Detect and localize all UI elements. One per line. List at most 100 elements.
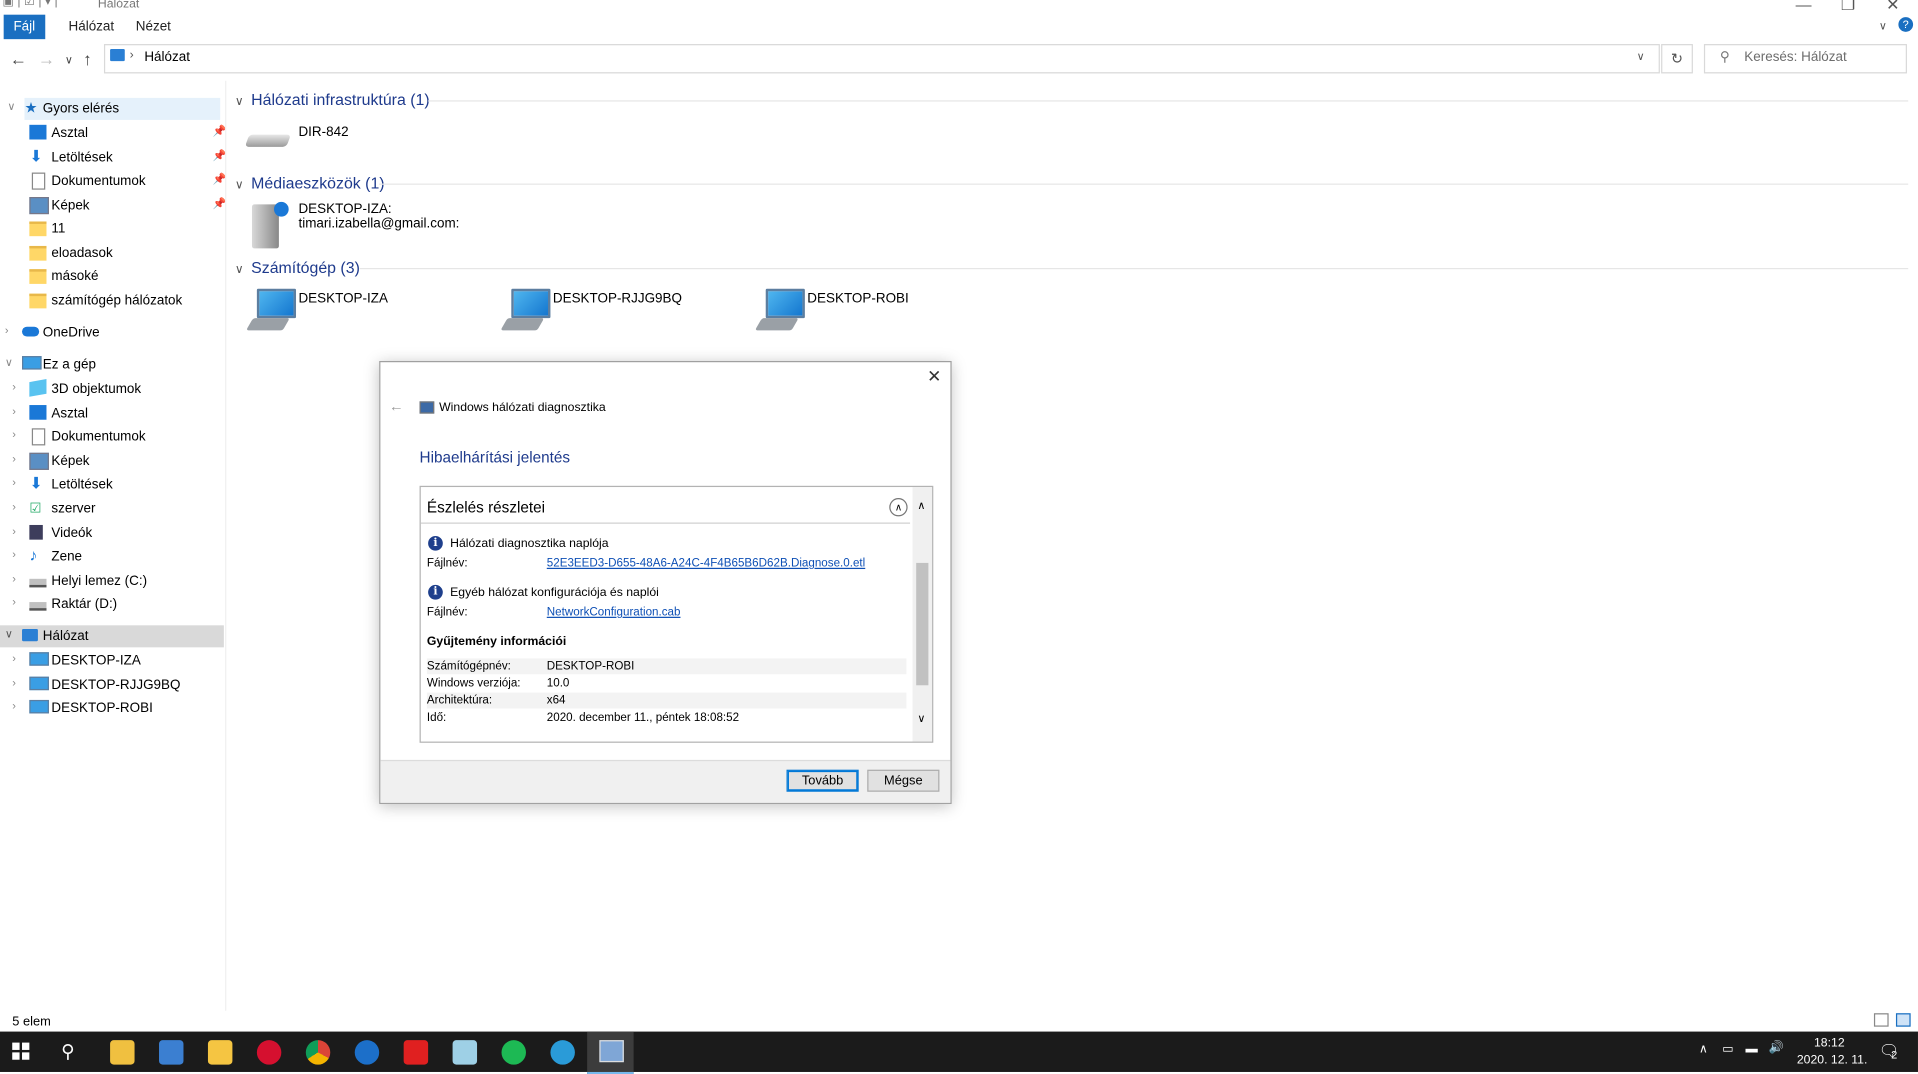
dialog-close-icon[interactable]: ✕ [927,366,941,387]
group-divider [359,267,1909,270]
clock-time[interactable]: 18:12 [1814,1036,1845,1049]
app-ilias-icon[interactable] [110,1040,135,1065]
sidebar-item-pc-pictures[interactable]: › Képek [12,450,220,472]
back-icon[interactable]: ← [10,49,27,69]
sidebar-onedrive[interactable]: › OneDrive [5,322,220,344]
tab-view[interactable]: Nézet [126,18,181,35]
sidebar-item-downloads[interactable]: ⬇ Letöltések 📌 [29,146,226,169]
tray-chevron-icon[interactable]: ∧ [1699,1043,1708,1056]
sidebar-item-folder-11[interactable]: 11 [29,218,220,240]
device-media-server[interactable]: DESKTOP-IZA: timari.izabella@gmail.com: [245,199,490,250]
folder-icon [29,293,47,309]
sidebar-item-3d-objects[interactable]: › 3D objektumok [12,378,220,400]
help-icon[interactable]: ? [1898,17,1914,32]
detection-details-panel: Észlelés részletei ∧ ∧ ∨ i Hálózati diag… [419,485,934,743]
sidebar-item-desktop-rjjg9bq[interactable]: › DESKTOP-RJJG9BQ [12,674,220,696]
edge-icon[interactable] [550,1040,575,1065]
sidebar-item-documents[interactable]: Dokumentumok 📌 [29,170,227,192]
app-c-icon[interactable] [354,1040,380,1065]
scroll-thumb[interactable] [916,562,929,686]
computer-desktop-rjjg9bq[interactable]: DESKTOP-RJJG9BQ [499,286,731,335]
desktop-icon [29,405,47,420]
scrollbar[interactable]: ∧ ∨ [912,487,933,742]
computer-desktop-robi[interactable]: DESKTOP-ROBI [753,286,985,335]
computer-icon [256,288,297,319]
sidebar-item-music[interactable]: › ♪ Zene [12,546,220,568]
up-icon[interactable]: ↑ [83,49,92,69]
tab-network[interactable]: Hálózat [59,18,124,35]
recent-locations-icon[interactable]: ∨ [65,54,73,67]
close-icon[interactable]: ✕ [1886,0,1899,15]
sidebar-network[interactable]: ∨ Hálózat [0,625,224,648]
drive-icon [29,578,47,588]
device-label: DESKTOP-ROBI [807,291,909,306]
battery-icon[interactable]: ▬ [1746,1043,1758,1056]
address-bar[interactable]: › Hálózat ∨ [103,44,1660,74]
network-config-link[interactable]: NetworkConfiguration.cab [547,606,681,619]
cancel-button[interactable]: Mégse [867,769,940,792]
sidebar-item-pc-downloads[interactable]: › ⬇ Letöltések [12,474,220,496]
chevron-right-icon: › [12,595,16,609]
maximize-icon[interactable]: ❐ [1841,0,1855,15]
sidebar-label: Hálózat [42,628,89,644]
sidebar-item-szamitogep-halozatok[interactable]: számítógép hálózatok [29,290,220,312]
acrobat-icon[interactable] [403,1040,429,1065]
diagnose-log-link[interactable]: 52E3EED3-D655-48A6-A24C-4F4B65B6D62B.Dia… [547,557,865,570]
taskbar-active-diagnostics[interactable] [587,1031,634,1074]
computer-desktop-iza[interactable]: DESKTOP-IZA [245,286,477,335]
sidebar-item-masoke[interactable]: másoké [29,266,220,288]
file-explorer-icon[interactable] [207,1040,233,1065]
sidebar-item-pictures[interactable]: Képek 📌 [29,195,227,217]
network-tray-icon[interactable]: ▭ [1722,1043,1734,1056]
clock-date[interactable]: 2020. 12. 11. [1797,1054,1868,1067]
sidebar-item-pc-documents[interactable]: › Dokumentumok [12,426,220,448]
start-button[interactable] [12,1042,30,1060]
quick-access-toolbar[interactable]: ▣ | ☑ | ▾ | [2,0,57,9]
download-icon: ⬇ [29,146,43,166]
sidebar-item-pc-desktop[interactable]: › Asztal [12,403,220,425]
refresh-button[interactable]: ↻ [1661,44,1693,74]
sidebar-item-videos[interactable]: › Videók [12,523,220,545]
spotify-icon[interactable] [501,1040,526,1065]
minimize-icon[interactable]: — [1796,0,1812,13]
ribbon-expand-icon[interactable]: ∨ [1879,20,1887,33]
collapse-button[interactable]: ∧ [889,498,908,517]
opera-icon[interactable] [256,1040,282,1065]
section-divider [420,522,911,524]
group-header-computers[interactable]: ∨ Számítógép (3) [235,258,360,276]
sidebar-item-local-disk-c[interactable]: › Helyi lemez (C:) [12,570,220,592]
forward-icon[interactable]: → [38,49,55,69]
dialog-back-icon[interactable]: ← [389,398,404,415]
sidebar-label: Helyi lemez (C:) [51,573,148,589]
computer-icon [511,288,551,319]
sidebar-this-pc[interactable]: ∨ Ez a gép [5,354,220,376]
group-header-infrastructure[interactable]: ∨ Hálózati infrastruktúra (1) [235,91,430,109]
large-icons-view-icon[interactable] [1895,1013,1911,1027]
sidebar-item-eloadasok[interactable]: eloadasok [29,242,220,264]
sidebar-item-szerver[interactable]: › ☑ szerver [12,498,220,520]
device-router[interactable]: DIR-842 [244,122,465,159]
sidebar-item-desktop[interactable]: Asztal 📌 [29,122,227,144]
sidebar-item-desktop-iza[interactable]: › DESKTOP-IZA [12,650,220,672]
scroll-down-icon[interactable]: ∨ [917,712,925,725]
chrome-icon[interactable] [305,1040,331,1065]
sidebar-item-raktar-d[interactable]: › Raktár (D:) [12,593,220,615]
app-edit-icon[interactable] [452,1040,478,1065]
group-header-media[interactable]: ∨ Médiaeszközök (1) [235,174,385,192]
search-box[interactable]: ⚲ Keresés: Hálózat [1703,44,1907,74]
chevron-right-icon: › [12,380,16,393]
navigation-bar: ← → ∨ ↑ › Hálózat ∨ ↻ ⚲ Keresés: Hálózat [0,44,1918,76]
app-network-icon[interactable] [159,1040,184,1065]
tab-file[interactable]: Fájl [3,14,45,40]
search-icon[interactable]: ⚲ [61,1040,74,1062]
volume-icon[interactable]: 🔊 [1769,1041,1784,1054]
media-badge-icon [273,201,289,217]
address-dropdown-icon[interactable]: ∨ [1637,50,1645,63]
next-button[interactable]: Tovább [786,769,859,792]
info-value: DESKTOP-ROBI [546,659,635,674]
details-view-icon[interactable] [1873,1013,1889,1027]
chevron-right-icon: › [12,500,16,513]
scroll-up-icon[interactable]: ∧ [917,499,925,512]
sidebar-quick-access[interactable]: ∨ ★ Gyors elérés [7,97,221,120]
sidebar-item-desktop-robi[interactable]: › DESKTOP-ROBI [12,698,220,720]
